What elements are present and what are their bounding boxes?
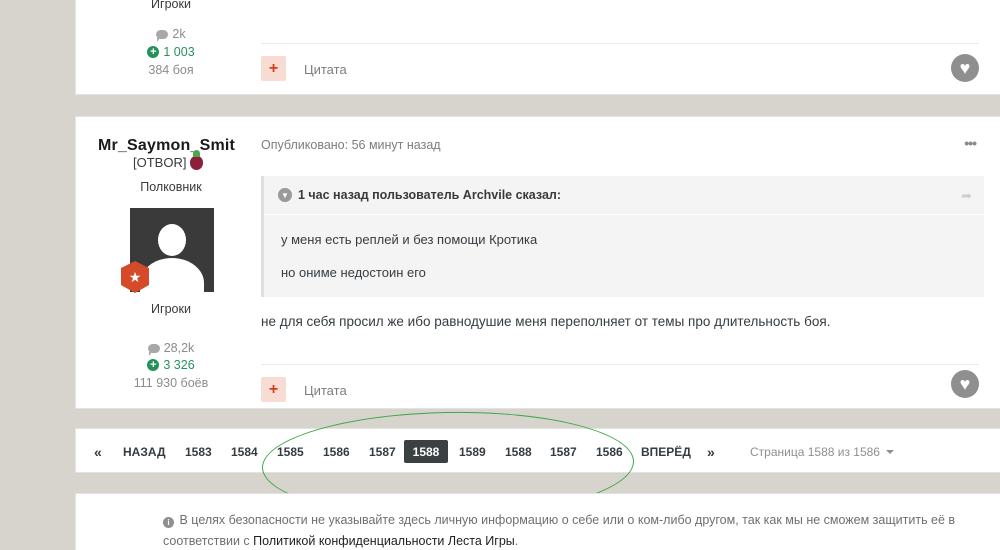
beet-icon (190, 149, 204, 170)
page-info-text: Страница 1588 из 1586 (750, 444, 880, 459)
page-link[interactable]: 1584 (231, 429, 258, 474)
quote-button[interactable]: Цитата (304, 62, 347, 77)
share-arrow-icon[interactable]: ➦ (961, 188, 972, 204)
page-link-active[interactable]: 1588 (404, 440, 448, 463)
previous-post: Игроки 2k + 1 003 384 боя + Цитата ♥ (75, 0, 1000, 95)
clan-tag-label: [OTBOR] (133, 155, 187, 170)
like-button[interactable]: ♥ (951, 54, 979, 82)
page-link[interactable]: 1588 (505, 429, 532, 474)
heart-icon: ♥ (959, 58, 971, 78)
author-rank: Полковник (140, 180, 202, 194)
pagination: « НАЗАД 1583 1584 1585 1586 1587 1588 15… (75, 428, 1000, 473)
author-name[interactable]: Mr_Saymon_Smit (98, 137, 235, 155)
author-battles: 111 930 боёв (133, 376, 209, 390)
add-reputation-button[interactable]: + (261, 377, 286, 402)
comments-icon (156, 29, 169, 42)
quote-line: но ониме недостоин его (281, 265, 426, 280)
previous-post-battles: 384 боя (148, 63, 194, 77)
author-group: Игроки (151, 302, 191, 316)
previous-post-posts-count: 2k (76, 25, 266, 43)
previous-post-actions: + Цитата ♥ (261, 43, 979, 87)
reputation-plus-icon: + (147, 359, 160, 371)
add-reputation-button[interactable]: + (261, 56, 286, 81)
previous-post-reputation: + 1 003 (76, 43, 266, 61)
page-link[interactable]: 1587 (369, 429, 396, 474)
page-link[interactable]: 1589 (459, 429, 486, 474)
last-page-button[interactable]: » (707, 429, 715, 474)
prev-page-button[interactable]: НАЗАД (123, 429, 166, 474)
author-posts-count: 28,2k (76, 339, 266, 357)
first-page-button[interactable]: « (94, 429, 102, 474)
caret-down-icon (885, 449, 894, 454)
quote-header[interactable]: ▼ 1 час назад пользователь Archvile сказ… (264, 176, 984, 215)
clan-tag: [OTBOR] (133, 149, 204, 170)
previous-post-group: Игроки (151, 0, 191, 11)
quote-header-text: 1 час назад пользователь Archvile сказал… (298, 188, 562, 202)
chevron-down-icon[interactable]: ▼ (278, 188, 292, 202)
next-page-button[interactable]: ВПЕРЁД (641, 429, 691, 474)
more-options-icon[interactable]: ••• (964, 135, 977, 151)
like-button[interactable]: ♥ (951, 370, 979, 398)
page-link[interactable]: 1587 (550, 429, 577, 474)
post-actions: + Цитата ♥ (261, 364, 979, 408)
heart-icon: ♥ (959, 374, 971, 394)
info-icon: i (163, 517, 174, 528)
privacy-notice-text: i В целях безопасности не указывайте зде… (163, 513, 956, 548)
page-link[interactable]: 1583 (185, 429, 212, 474)
page-jump-dropdown[interactable]: Страница 1588 из 1586 (750, 429, 894, 474)
page-link[interactable]: 1585 (277, 429, 304, 474)
author-reputation: + 3 326 (76, 356, 266, 374)
privacy-notice: i В целях безопасности не указывайте зде… (75, 493, 1000, 550)
page-link[interactable]: 1586 (323, 429, 350, 474)
quote-button[interactable]: Цитата (304, 383, 347, 398)
page-link[interactable]: 1586 (596, 429, 623, 474)
comments-icon (147, 343, 160, 356)
forum-post: Mr_Saymon_Smit [OTBOR] Полковник ★ Игрок… (75, 116, 1000, 409)
post-content: не для себя просил же ибо равнодушие мен… (261, 314, 831, 329)
post-date: Опубликовано: 56 минут назад (261, 138, 441, 152)
quote-line: у меня есть реплей и без помощи Кротика (281, 232, 538, 247)
quote-block: ▼ 1 час назад пользователь Archvile сказ… (261, 176, 984, 297)
privacy-policy-link[interactable]: Политикой конфиденциальности Леста Игры (253, 534, 515, 548)
reputation-plus-icon: + (147, 46, 160, 58)
